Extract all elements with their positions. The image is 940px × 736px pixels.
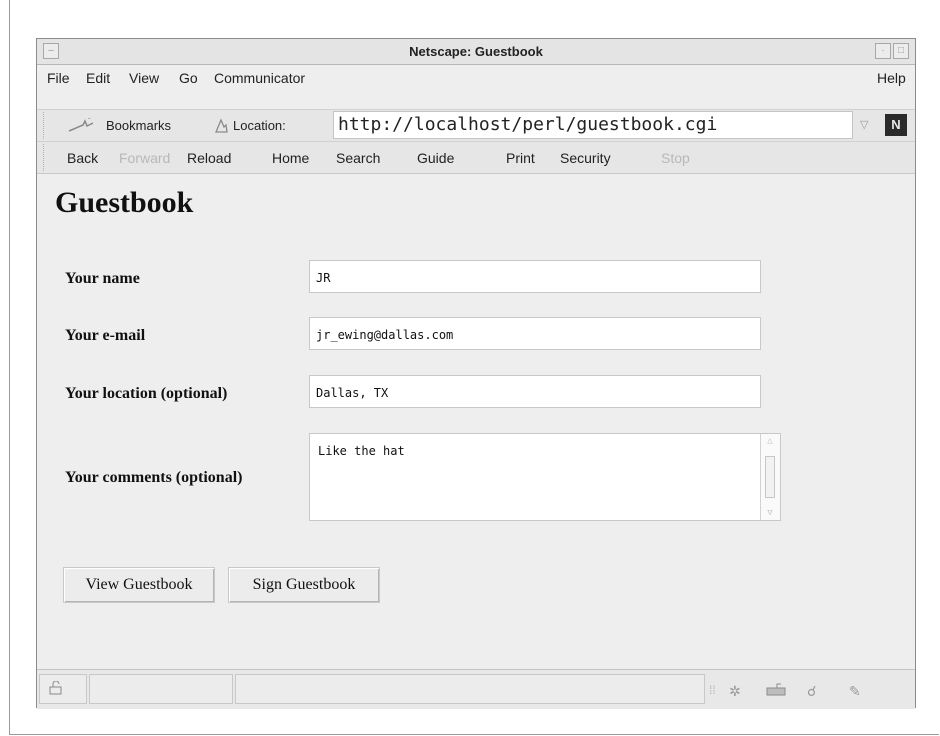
menu-view[interactable]: View — [129, 70, 159, 86]
page-content: Guestbook Your name JR Your e-mail jr_ew… — [37, 174, 915, 664]
security-button[interactable]: Security — [560, 150, 611, 166]
name-label: Your name — [65, 270, 140, 287]
menu-go[interactable]: Go — [179, 70, 198, 86]
browser-window: – Netscape: Guestbook · □ File Edit View… — [36, 38, 916, 709]
window-title: Netscape: Guestbook — [409, 44, 543, 59]
email-input[interactable]: jr_ewing@dallas.com — [309, 317, 761, 350]
location-field-label: Your location (optional) — [65, 385, 228, 402]
status-message — [235, 674, 705, 704]
bookmark-icon[interactable]: ˇ — [67, 117, 97, 137]
forward-button[interactable]: Forward — [119, 150, 170, 166]
maximize-button[interactable]: □ — [893, 43, 909, 59]
grip-icon[interactable]: ⁞⁞ — [709, 683, 716, 697]
location-toolbar: ˇ Bookmarks Location: http://localhost/p… — [37, 109, 915, 141]
menu-help[interactable]: Help — [877, 70, 906, 86]
comments-scrollbar[interactable]: △ ▽ — [760, 434, 780, 520]
stop-button[interactable]: Stop — [661, 150, 690, 166]
menu-edit[interactable]: Edit — [86, 70, 110, 86]
sign-guestbook-button[interactable]: Sign Guestbook — [228, 567, 380, 603]
print-button[interactable]: Print — [506, 150, 535, 166]
name-input[interactable]: JR — [309, 260, 761, 293]
composer-icon[interactable]: ✎ — [849, 683, 861, 700]
scroll-down-icon[interactable]: ▽ — [764, 508, 776, 518]
progress-bar — [89, 674, 233, 704]
scroll-up-icon[interactable]: △ — [764, 436, 776, 446]
location-icon — [213, 118, 229, 137]
location-field-input[interactable]: Dallas, TX — [309, 375, 761, 408]
view-guestbook-button[interactable]: View Guestbook — [63, 567, 215, 603]
page-title: Guestbook — [55, 186, 194, 219]
menu-bar: File Edit View Go Communicator Help — [37, 65, 915, 91]
status-bar: ⁞⁞ ✲ ☌ ✎ — [37, 669, 915, 709]
toolbar-grip[interactable] — [37, 144, 44, 171]
location-label: Location: — [233, 118, 286, 133]
menu-communicator[interactable]: Communicator — [214, 70, 305, 86]
back-button[interactable]: Back — [67, 150, 98, 166]
mail-icon[interactable] — [765, 683, 787, 700]
comments-label: Your comments (optional) — [65, 469, 243, 486]
comments-textarea[interactable]: Like the hat △ ▽ — [309, 433, 781, 521]
minimize-button[interactable]: · — [875, 43, 891, 59]
lock-icon — [48, 680, 64, 700]
menu-file[interactable]: File — [47, 70, 70, 86]
svg-text:ˇ: ˇ — [88, 118, 91, 126]
reload-button[interactable]: Reload — [187, 150, 231, 166]
email-label: Your e-mail — [65, 327, 146, 344]
guide-button[interactable]: Guide — [417, 150, 454, 166]
component-icon[interactable]: ✲ — [729, 683, 741, 700]
scroll-thumb[interactable] — [765, 456, 775, 498]
discussion-icon[interactable]: ☌ — [807, 683, 816, 700]
home-button[interactable]: Home — [272, 150, 309, 166]
bookmarks-button[interactable]: Bookmarks — [106, 118, 171, 133]
title-bar: – Netscape: Guestbook · □ — [37, 39, 915, 65]
netscape-logo[interactable]: N — [885, 114, 907, 136]
chevron-down-icon[interactable]: ▽ — [860, 118, 874, 132]
navigation-toolbar: Back Forward Reload Home Search Guide Pr… — [37, 141, 915, 174]
component-bar: ⁞⁞ ✲ ☌ ✎ — [707, 674, 915, 704]
search-button[interactable]: Search — [336, 150, 380, 166]
comments-text: Like the hat — [318, 444, 405, 458]
security-indicator[interactable] — [39, 674, 87, 704]
toolbar-grip[interactable] — [37, 112, 44, 139]
location-input[interactable]: http://localhost/perl/guestbook.cgi — [333, 111, 853, 139]
